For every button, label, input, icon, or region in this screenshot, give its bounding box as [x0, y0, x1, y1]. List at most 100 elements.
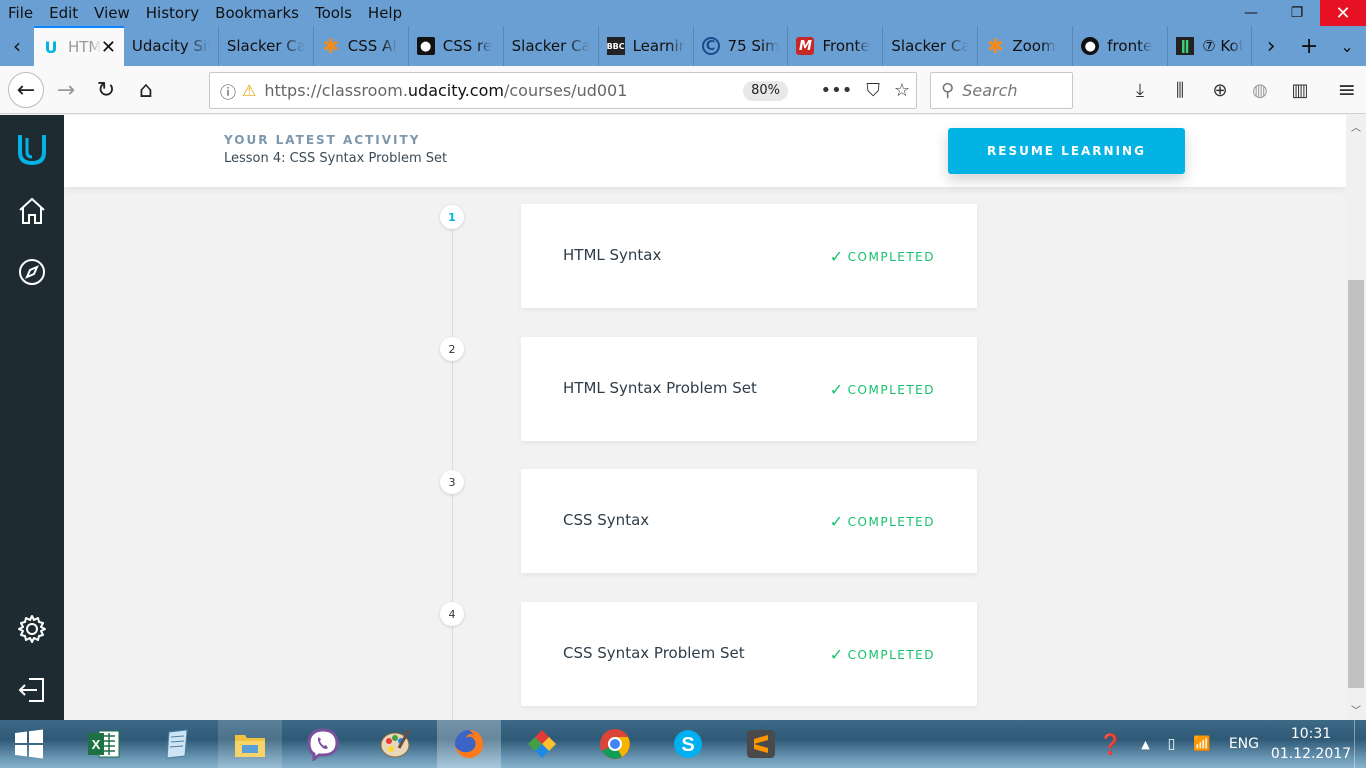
library-icon[interactable]: ⫼	[1160, 80, 1200, 101]
chevron-down-icon[interactable]: ⌄	[1328, 26, 1366, 66]
close-tab-icon[interactable]: ✕	[101, 37, 116, 58]
show-desktop-button[interactable]	[1354, 720, 1366, 768]
pocket-icon[interactable]: ⛉	[866, 80, 880, 101]
course-content: YOUR LATEST ACTIVITY Lesson 4: CSS Synta…	[64, 115, 1346, 720]
page-scrollbar[interactable]: ︿ ﹀	[1346, 115, 1366, 720]
tab-label: fronte	[1107, 37, 1153, 55]
bookmark-star-icon[interactable]: ☆	[894, 80, 910, 101]
notepad-icon[interactable]	[145, 720, 209, 768]
tab[interactable]: Slacker Car	[504, 26, 599, 66]
tab[interactable]: C 75 Sim	[694, 26, 789, 66]
tab[interactable]: ✱ Zoom	[978, 26, 1074, 66]
file-explorer-icon[interactable]	[218, 720, 282, 768]
lesson-card[interactable]: HTML Syntax ✓ COMPLETED	[521, 204, 977, 308]
menu-edit[interactable]: Edit	[41, 0, 86, 26]
globe-grid-icon[interactable]: ⊕	[1200, 80, 1240, 101]
close-window-button[interactable]: ✕	[1320, 0, 1366, 26]
minimize-button[interactable]: —	[1228, 0, 1274, 26]
scrollbar-thumb[interactable]	[1348, 280, 1364, 688]
navigation-toolbar: ← → ↻ ⌂ ⓘ ⚠ https://classroom.udacity.co…	[0, 66, 1366, 114]
lesson-number: 2	[440, 337, 464, 361]
circle-icon: C	[701, 37, 720, 55]
clock[interactable]: 10:31 01.12.2017	[1268, 724, 1354, 764]
logout-icon[interactable]	[14, 672, 50, 708]
windows-taskbar: X S ❓ ▲ ▯ 📶 ENG 10:31 01.12.2017	[0, 720, 1366, 768]
download-icon[interactable]: ⤓	[1120, 80, 1160, 101]
scroll-up-icon[interactable]: ︿	[1346, 117, 1366, 135]
tab[interactable]: Slacker Car	[883, 26, 979, 66]
search-placeholder: Search	[962, 81, 1018, 100]
sublime-text-icon[interactable]	[729, 720, 793, 768]
udacity-logo-icon[interactable]	[14, 131, 50, 167]
tab[interactable]: ● CSS re	[409, 26, 504, 66]
tab[interactable]: ✱ CSS Al	[314, 26, 409, 66]
tab[interactable]: ǁ ⑦ Kot	[1168, 26, 1253, 66]
udacity-icon: U	[44, 37, 58, 57]
tab-scroll-right-icon[interactable]: ›	[1252, 26, 1290, 66]
skype-icon[interactable]: S	[656, 720, 720, 768]
lesson-number: 1	[440, 205, 464, 229]
help-icon[interactable]: ❓	[1089, 732, 1132, 756]
viber-icon[interactable]	[291, 720, 355, 768]
reload-button[interactable]: ↻	[90, 74, 122, 106]
multicolor-app-icon[interactable]	[510, 720, 574, 768]
tab[interactable]: ● fronte	[1073, 26, 1169, 66]
zoom-level[interactable]: 80%	[743, 81, 788, 101]
lesson-title: HTML Syntax	[563, 246, 662, 264]
signal-icon[interactable]: 📶	[1184, 736, 1219, 752]
excel-icon[interactable]: X	[72, 720, 136, 768]
page-actions-icon[interactable]: •••	[821, 80, 853, 101]
menu-history[interactable]: History	[138, 0, 207, 26]
search-input[interactable]: ⚲ Search	[930, 72, 1073, 109]
menu-tools[interactable]: Tools	[307, 0, 360, 26]
lock-warning-icon[interactable]: ⚠	[242, 81, 256, 100]
hamburger-menu-icon[interactable]: ≡	[1338, 78, 1356, 103]
clock-time: 10:31	[1290, 726, 1332, 742]
chrome-icon[interactable]	[583, 720, 647, 768]
sidebar-toggle-icon[interactable]: ▥	[1280, 80, 1320, 101]
paint-icon[interactable]	[364, 720, 428, 768]
lesson-card[interactable]: HTML Syntax Problem Set ✓ COMPLETED	[521, 337, 977, 441]
menu-bookmarks[interactable]: Bookmarks	[207, 0, 307, 26]
scroll-down-icon[interactable]: ﹀	[1346, 700, 1366, 718]
settings-gear-icon[interactable]	[14, 611, 50, 647]
tab[interactable]: M Fronte	[788, 26, 884, 66]
lesson-title: CSS Syntax	[563, 511, 650, 529]
firefox-icon[interactable]	[437, 720, 501, 768]
back-button[interactable]: ←	[8, 72, 44, 108]
battery-icon[interactable]: ▯	[1159, 736, 1185, 752]
tab[interactable]: BBC Learnin	[599, 26, 694, 66]
resume-learning-button[interactable]: RESUME LEARNING	[948, 128, 1185, 174]
tab-active[interactable]: U HTML ✕	[33, 26, 124, 66]
windows-start-icon[interactable]	[0, 720, 58, 768]
maximize-button[interactable]: ❐	[1274, 0, 1320, 26]
tab[interactable]: Slacker Car	[219, 26, 314, 66]
tab-scroll-left-icon[interactable]: ‹	[0, 26, 34, 66]
tab-label: Udacity Sit	[131, 37, 210, 55]
url-prefix: https://classroom.	[264, 81, 408, 100]
menu-help[interactable]: Help	[360, 0, 410, 26]
tab[interactable]: Udacity Sit	[124, 26, 219, 66]
language-indicator[interactable]: ENG	[1220, 736, 1268, 752]
tab-label: 75 Sim	[727, 37, 780, 55]
home-icon[interactable]	[14, 193, 50, 229]
url-path: /courses/ud001	[503, 81, 628, 100]
asterisk-icon: ✱	[322, 34, 340, 58]
compass-icon[interactable]	[14, 254, 50, 290]
new-tab-icon[interactable]: +	[1290, 26, 1328, 66]
lesson-card[interactable]: CSS Syntax Problem Set ✓ COMPLETED	[521, 602, 977, 706]
forward-button[interactable]: →	[50, 74, 82, 106]
menu-view[interactable]: View	[86, 0, 138, 26]
menu-file[interactable]: File	[0, 0, 41, 26]
checkmark-icon: ✓	[829, 512, 845, 531]
asterisk-icon: ✱	[986, 34, 1004, 58]
url-text[interactable]: https://classroom.udacity.com/courses/ud…	[264, 81, 627, 100]
home-button[interactable]: ⌂	[130, 74, 162, 106]
show-hidden-icons[interactable]: ▲	[1132, 738, 1158, 751]
globe-icon[interactable]: ◍	[1240, 80, 1280, 101]
address-bar[interactable]: ⓘ ⚠ https://classroom.udacity.com/course…	[209, 72, 917, 109]
info-icon[interactable]: ⓘ	[220, 79, 236, 103]
checkmark-icon: ✓	[829, 645, 845, 664]
lesson-card[interactable]: CSS Syntax ✓ COMPLETED	[521, 469, 977, 573]
m-icon: M	[796, 37, 815, 55]
